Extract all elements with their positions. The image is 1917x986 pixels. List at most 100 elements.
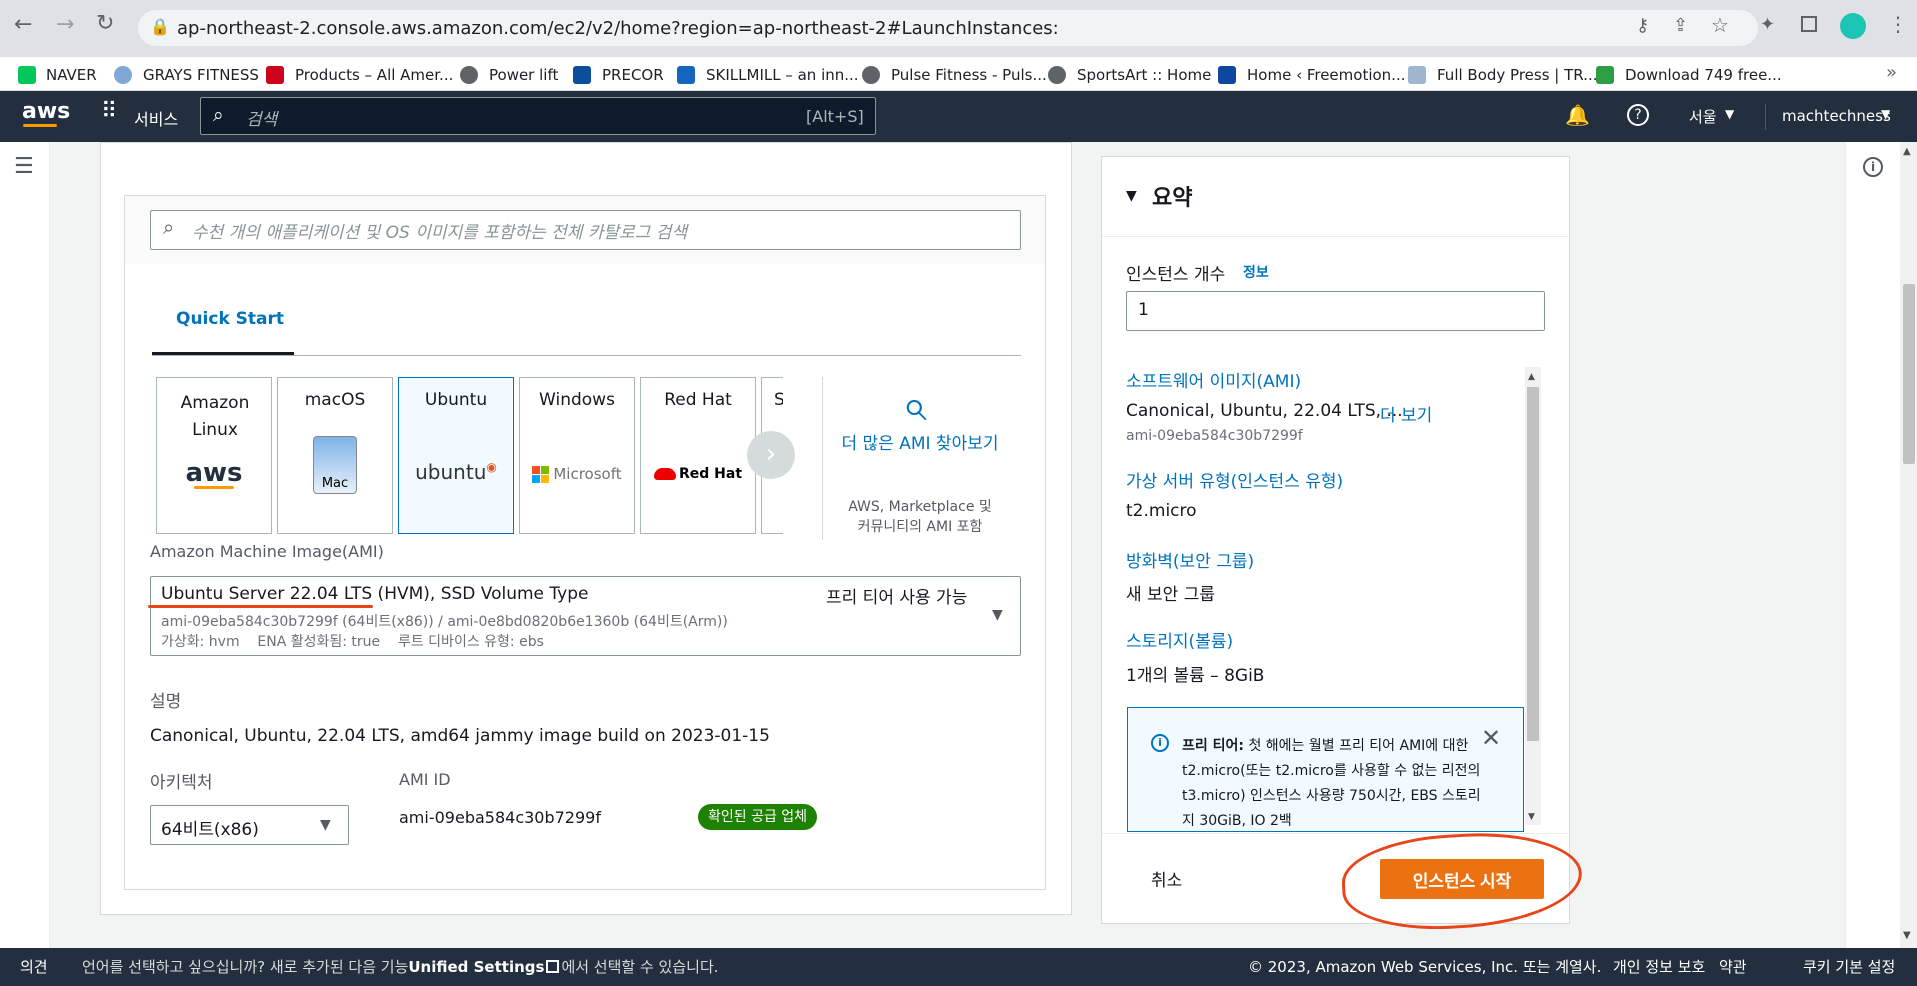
- tile-label: S: [774, 390, 783, 410]
- terms-link[interactable]: 약관: [1719, 956, 1747, 977]
- bookmark-download[interactable]: Download 749 free...: [1625, 66, 1782, 84]
- bookmark-skillmill[interactable]: SKILLMILL – an inn...: [706, 66, 859, 84]
- image-icon: [1408, 66, 1426, 84]
- region-selector[interactable]: 서울: [1689, 106, 1717, 127]
- grid-icon[interactable]: ⠿: [101, 101, 117, 123]
- back-icon[interactable]: ←: [14, 12, 32, 37]
- lock-icon[interactable]: 🔒: [150, 17, 170, 36]
- feedback-link[interactable]: 의견: [20, 956, 48, 977]
- sidepanel-icon[interactable]: [1801, 16, 1817, 32]
- bookmark-precor[interactable]: PRECOR: [602, 66, 664, 84]
- privacy-link[interactable]: 개인 정보 보호: [1613, 956, 1705, 977]
- scroll-up-icon[interactable]: ▲: [1528, 372, 1535, 382]
- bookmark-naver[interactable]: NAVER: [46, 66, 97, 84]
- description-value: Canonical, Ubuntu, 22.04 LTS, amd64 jamm…: [150, 726, 770, 746]
- forward-icon[interactable]: →: [56, 12, 74, 37]
- bookmark-products[interactable]: Products – All Amer...: [295, 66, 453, 84]
- firewall-link[interactable]: 방화벽(보안 그룹): [1126, 547, 1254, 572]
- bookmark-pulse[interactable]: Pulse Fitness - Puls...: [891, 66, 1047, 84]
- ami-tile-windows[interactable]: Windows Microsoft: [519, 377, 635, 534]
- redhat-text: Red Hat: [678, 466, 743, 482]
- more-ami-link[interactable]: 더 많은 AMI 찾아보기: [840, 432, 1000, 457]
- software-image-id: ami-09eba584c30b7299f: [1126, 428, 1303, 444]
- cancel-button[interactable]: 취소: [1151, 866, 1182, 891]
- account-menu[interactable]: machtechness: [1782, 107, 1891, 125]
- summary-scroll-thumb[interactable]: [1527, 387, 1539, 741]
- instance-count-input[interactable]: [1126, 291, 1545, 331]
- microsoft-logo: Microsoft: [520, 465, 634, 483]
- architecture-caret-icon[interactable]: ▼: [320, 817, 331, 833]
- page-scrollbar[interactable]: [1900, 142, 1917, 948]
- summary-title[interactable]: 요약: [1152, 180, 1192, 212]
- ami-tile-amazon-linux[interactable]: Amazon Linux aws: [156, 377, 272, 534]
- search-icon[interactable]: ⌕: [902, 380, 927, 431]
- carousel-next-icon[interactable]: ›: [747, 431, 795, 479]
- skillmill-icon: [677, 66, 695, 84]
- storage-link[interactable]: 스토리지(볼륨): [1126, 627, 1233, 652]
- scroll-up-icon[interactable]: ▲: [1903, 146, 1911, 157]
- aws-logo[interactable]: aws: [22, 99, 70, 124]
- bookmark-freemotion[interactable]: Home ‹ Freemotion...: [1247, 66, 1406, 84]
- bookmark-sportsart[interactable]: SportsArt :: Home: [1077, 66, 1211, 84]
- architecture-value[interactable]: 64비트(x86): [161, 815, 259, 840]
- unified-settings-link[interactable]: Unified Settings: [408, 958, 544, 976]
- description-label: 설명: [150, 692, 182, 712]
- scroll-down-icon[interactable]: ▼: [1903, 930, 1911, 941]
- close-icon[interactable]: ✕: [1481, 724, 1501, 752]
- software-image-link[interactable]: 소프트웨어 이미지(AMI): [1126, 367, 1301, 392]
- left-rail: [0, 142, 50, 948]
- more-ami-subtext: AWS, Marketplace 및 커뮤니티의 AMI 포함: [848, 499, 992, 535]
- info-icon[interactable]: i: [1863, 157, 1883, 177]
- menu-dots-icon[interactable]: ⋮: [1888, 12, 1908, 36]
- aws-search-box[interactable]: [200, 97, 876, 135]
- free-tier-bold: 프리 티어:: [1182, 738, 1244, 754]
- products-icon: [266, 66, 284, 84]
- extensions-icon[interactable]: ✦: [1760, 14, 1775, 35]
- region-caret-icon[interactable]: ▼: [1725, 107, 1734, 121]
- more-bookmarks-icon[interactable]: »: [1886, 62, 1897, 83]
- mac-finder-icon: Mac: [313, 436, 357, 494]
- key-icon[interactable]: ⚷: [1636, 15, 1649, 36]
- ami-ids-line: ami-09eba584c30b7299f (64비트(x86)) / ami-…: [161, 614, 728, 630]
- ami-dropdown-caret-icon[interactable]: ▼: [992, 607, 1003, 623]
- bell-icon[interactable]: 🔔: [1565, 103, 1590, 127]
- ami-tile-macos[interactable]: macOS Mac: [277, 377, 393, 534]
- url-text[interactable]: ap-northeast-2.console.aws.amazon.com/ec…: [177, 18, 1059, 39]
- cookie-preferences-link[interactable]: 쿠키 기본 설정: [1803, 956, 1895, 977]
- instance-count-info-link[interactable]: 정보: [1243, 262, 1269, 282]
- collapse-caret-icon[interactable]: ▼: [1126, 188, 1137, 204]
- search-shortcut: [Alt+S]: [806, 107, 864, 126]
- aws-logo-smile: [23, 124, 57, 127]
- page-scroll-thumb[interactable]: [1903, 284, 1915, 464]
- help-icon[interactable]: ?: [1627, 104, 1649, 126]
- ami-selected-title[interactable]: Ubuntu Server 22.04 LTS (HVM), SSD Volum…: [161, 584, 588, 604]
- more-link[interactable]: 더 보기: [1380, 401, 1432, 426]
- tile-label: Red Hat: [664, 390, 732, 410]
- aws-logo: aws: [185, 458, 243, 488]
- share-icon[interactable]: ⇪: [1673, 15, 1688, 36]
- download-site-icon: [1596, 66, 1614, 84]
- services-menu[interactable]: 서비스: [134, 106, 178, 130]
- tile-label: Amazon Linux: [180, 393, 250, 440]
- tile-label: Windows: [539, 390, 615, 410]
- bookmark-fullbody[interactable]: Full Body Press | TR...: [1437, 66, 1597, 84]
- instance-type-link[interactable]: 가상 서버 유형(인스턴스 유형): [1126, 467, 1343, 492]
- profile-avatar[interactable]: [1840, 13, 1866, 39]
- bookmark-powerlift[interactable]: Power lift: [489, 66, 558, 84]
- aws-search-placeholder[interactable]: 검색: [246, 105, 277, 130]
- hamburger-menu-icon[interactable]: ☰: [14, 154, 34, 179]
- search-icon: ⌕: [213, 104, 224, 126]
- ubuntu-logo-text: ubuntu: [415, 460, 487, 484]
- reload-icon[interactable]: ↻: [96, 11, 114, 36]
- catalog-search-placeholder[interactable]: 수천 개의 애플리케이션 및 OS 이미지를 포함하는 전체 카탈로그 검색: [192, 218, 687, 243]
- scroll-down-icon[interactable]: ▼: [1528, 812, 1535, 822]
- ami-tile-redhat[interactable]: Red Hat Red Hat: [640, 377, 756, 534]
- account-caret-icon[interactable]: ▼: [1881, 107, 1890, 121]
- bookmark-grays[interactable]: GRAYS FITNESS: [143, 66, 259, 84]
- tile-label: Ubuntu: [424, 390, 488, 410]
- instance-count-value[interactable]: 1: [1138, 300, 1149, 320]
- star-icon[interactable]: ☆: [1711, 13, 1729, 37]
- tab-quick-start[interactable]: Quick Start: [176, 309, 284, 329]
- ami-tile-ubuntu[interactable]: Ubuntu ubuntu◉: [398, 377, 514, 534]
- instance-type-value: t2.micro: [1126, 501, 1197, 521]
